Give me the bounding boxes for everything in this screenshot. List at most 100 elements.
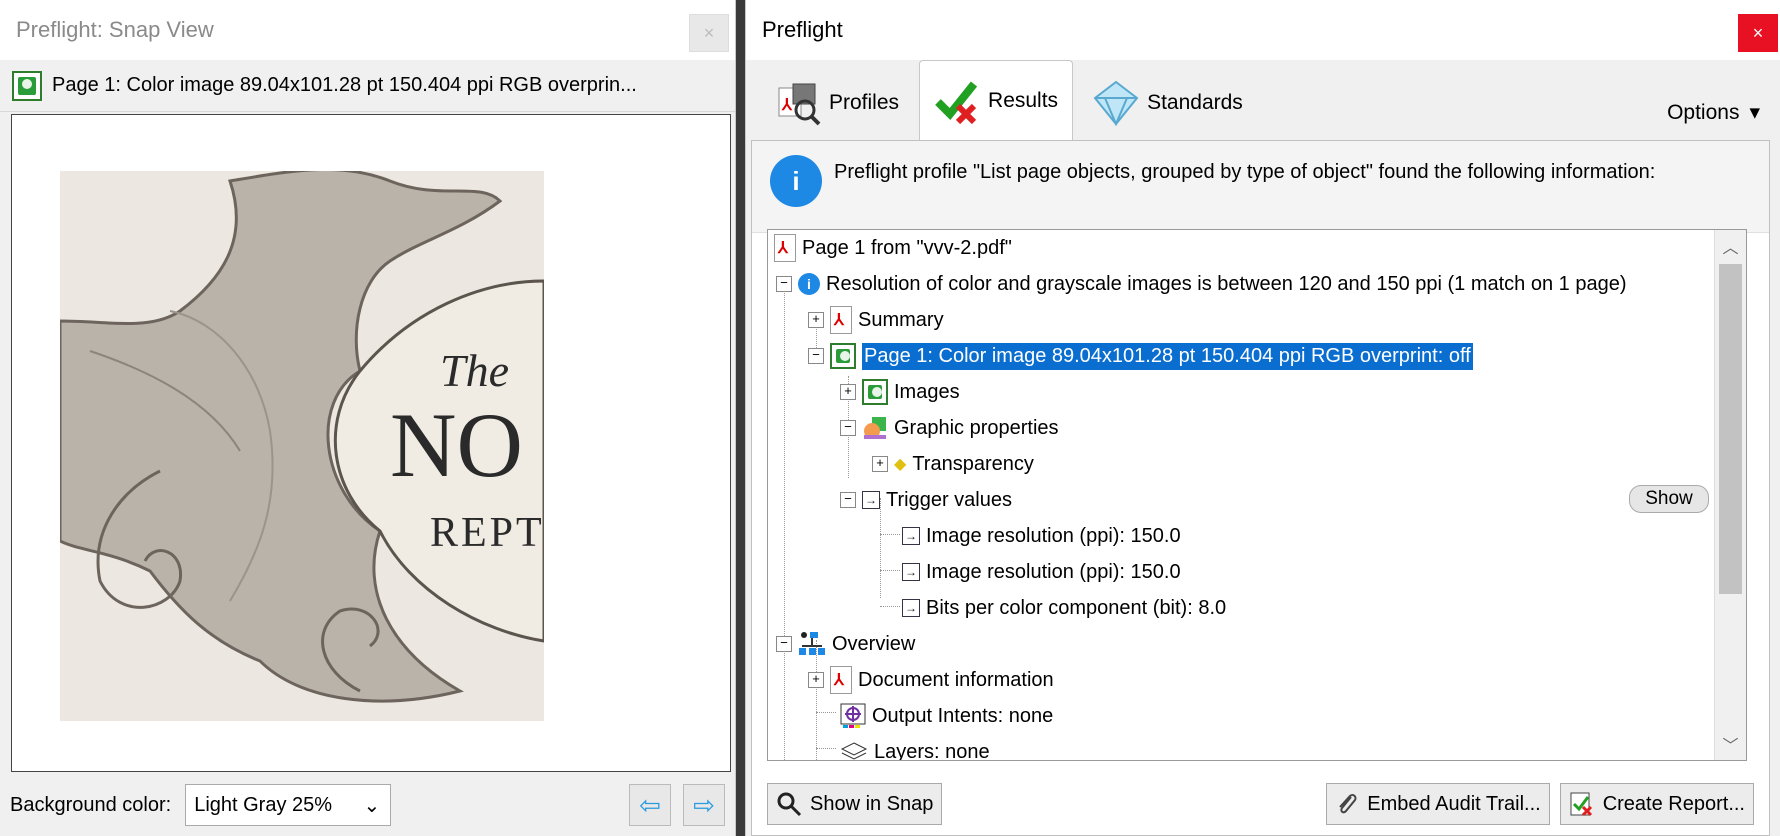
images-icon [862, 379, 888, 405]
tree-item-trigger-3[interactable]: → Bits per color component (bit): 8.0 [902, 590, 1226, 626]
graphic-properties-icon [864, 417, 886, 439]
tree-item-label: Page 1 from "vvv-2.pdf" [802, 236, 1012, 259]
snap-canvas[interactable]: The NO REPT [11, 114, 731, 772]
options-menu[interactable]: Options ▾ [1667, 100, 1760, 125]
snap-view-header: Page 1: Color image 89.04x101.28 pt 150.… [0, 60, 735, 112]
tree-item-label: Trigger values [886, 488, 1012, 511]
collapse-toggle[interactable]: − [776, 636, 792, 652]
collapse-toggle[interactable]: − [840, 492, 856, 508]
tree-item-label: Image resolution (ppi): 150.0 [926, 524, 1181, 547]
snap-view-object-label: Page 1: Color image 89.04x101.28 pt 150.… [52, 74, 637, 96]
show-in-snap-button[interactable]: Show in Snap [767, 783, 943, 825]
chevron-down-icon: ⌄ [363, 794, 381, 817]
previous-button[interactable]: ⇦ [629, 784, 671, 826]
tree-line [816, 712, 836, 713]
tree-item-root[interactable]: Page 1 from "vvv-2.pdf" [774, 230, 1012, 266]
preflight-close-button[interactable]: × [1738, 14, 1778, 52]
preview-text-no: NO [390, 394, 523, 496]
preview-text-the: The [440, 345, 509, 396]
tree-item-graphic-properties[interactable]: − Graphic properties [840, 410, 1059, 446]
tree-item-output-intents[interactable]: Output Intents: none [840, 698, 1053, 734]
tree-item-label: Document information [858, 668, 1054, 691]
window-gap [736, 0, 745, 836]
tree-item-trigger-1[interactable]: → Image resolution (ppi): 150.0 [902, 518, 1181, 554]
scroll-down-icon[interactable]: ﹀ [1715, 732, 1746, 756]
snap-view-footer: Background color: Light Gray 25% ⌄ ⇦ ⇨ [10, 784, 725, 826]
tree-item-label: Graphic properties [894, 416, 1059, 439]
results-tree[interactable]: Page 1 from "vvv-2.pdf" − i Resolution o… [767, 229, 1747, 761]
overview-icon [799, 632, 825, 655]
tree-item-trigger-2[interactable]: → Image resolution (ppi): 150.0 [902, 554, 1181, 590]
tree-item-label: Summary [858, 308, 944, 331]
tree-item-page-image[interactable]: − Page 1: Color image 89.04x101.28 pt 15… [808, 338, 1473, 374]
tab-results[interactable]: Results [919, 60, 1074, 140]
output-intents-icon [840, 703, 866, 728]
info-icon: i [770, 155, 822, 207]
create-report-button[interactable]: Create Report... [1559, 783, 1754, 825]
layers-icon [840, 742, 868, 760]
tree-item-label: Transparency [912, 452, 1034, 475]
tree-item-label: Images [894, 380, 960, 403]
expand-toggle[interactable]: + [808, 672, 824, 688]
background-color-value: Light Gray 25% [194, 793, 333, 816]
tree-item-label: Overview [832, 632, 916, 655]
color-image-icon [12, 70, 42, 101]
snap-view-window: Preflight: Snap View × Page 1: Color ima… [0, 0, 736, 836]
collapse-toggle[interactable]: − [840, 420, 856, 436]
embed-audit-trail-button[interactable]: Embed Audit Trail... [1326, 783, 1550, 825]
tree-item-label: Layers: none [874, 740, 990, 761]
collapse-toggle[interactable]: − [808, 348, 824, 364]
summary-icon [830, 306, 852, 334]
scrollbar-thumb[interactable] [1719, 264, 1742, 594]
tree-item-summary[interactable]: + Summary [808, 302, 944, 338]
tab-standards[interactable]: Standards [1079, 66, 1257, 140]
create-report-label: Create Report... [1602, 792, 1745, 815]
trigger-value-icon: → [902, 599, 920, 617]
tree-item-layers[interactable]: Layers: none [840, 734, 990, 761]
color-image-icon [830, 343, 856, 369]
results-icon [935, 81, 978, 124]
expand-toggle[interactable]: + [808, 312, 824, 328]
preflight-title: Preflight [762, 17, 843, 42]
tree-item-label: Bits per color component (bit): 8.0 [926, 596, 1227, 619]
next-button[interactable]: ⇨ [683, 784, 725, 826]
tree-line [880, 606, 900, 607]
snap-view-close-button[interactable]: × [689, 14, 729, 52]
tree-line [784, 280, 785, 760]
svg-text:⅄: ⅄ [781, 97, 793, 114]
tree-item-label: Image resolution (ppi): 150.0 [926, 560, 1181, 583]
tree-item-trigger-values[interactable]: − → Trigger values [840, 482, 1012, 518]
tree-item-resolution[interactable]: − i Resolution of color and grayscale im… [776, 266, 1627, 302]
scroll-up-icon[interactable]: ︿ [1715, 234, 1746, 258]
report-icon [1570, 792, 1592, 817]
trigger-value-icon: → [902, 527, 920, 545]
tree-scrollbar[interactable]: ︿ ﹀ [1714, 230, 1746, 760]
tab-profiles[interactable]: ⅄ Profiles [761, 66, 913, 140]
pdf-document-icon [830, 666, 852, 694]
tree-item-document-information[interactable]: + Document information [808, 662, 1054, 698]
preflight-footer: Show in Snap Embed Audit Trail... Create… [767, 783, 1754, 825]
image-preview: The NO REPT [60, 171, 544, 721]
preflight-window: Preflight × ⅄ Profiles Results Standards… [745, 0, 1780, 836]
trigger-value-icon: → [902, 563, 920, 581]
preview-text-rept: REPT [430, 510, 544, 556]
profile-info-text: Preflight profile "List page objects, gr… [834, 161, 1656, 183]
paperclip-icon [1339, 793, 1357, 814]
expand-toggle[interactable]: + [872, 456, 888, 472]
expand-toggle[interactable]: + [840, 384, 856, 400]
tree-item-overview[interactable]: − Overview [776, 626, 915, 662]
magnifier-icon [777, 792, 802, 817]
preflight-tabs: ⅄ Profiles Results Standards Options ▾ [746, 60, 1780, 140]
tab-profiles-label: Profiles [829, 91, 900, 114]
tree-item-images[interactable]: + Images [840, 374, 960, 410]
show-button[interactable]: Show [1629, 485, 1709, 513]
tree-item-transparency[interactable]: + ◆ Transparency [872, 446, 1034, 482]
tree-line [880, 570, 900, 571]
tree-item-label: Resolution of color and grayscale images… [826, 272, 1627, 295]
transparency-icon: ◆ [894, 456, 907, 473]
options-label: Options [1667, 100, 1740, 124]
preview-artwork: The NO REPT [60, 171, 544, 721]
collapse-toggle[interactable]: − [776, 276, 792, 292]
background-color-select[interactable]: Light Gray 25% ⌄ [185, 784, 392, 826]
standards-icon [1093, 80, 1139, 126]
